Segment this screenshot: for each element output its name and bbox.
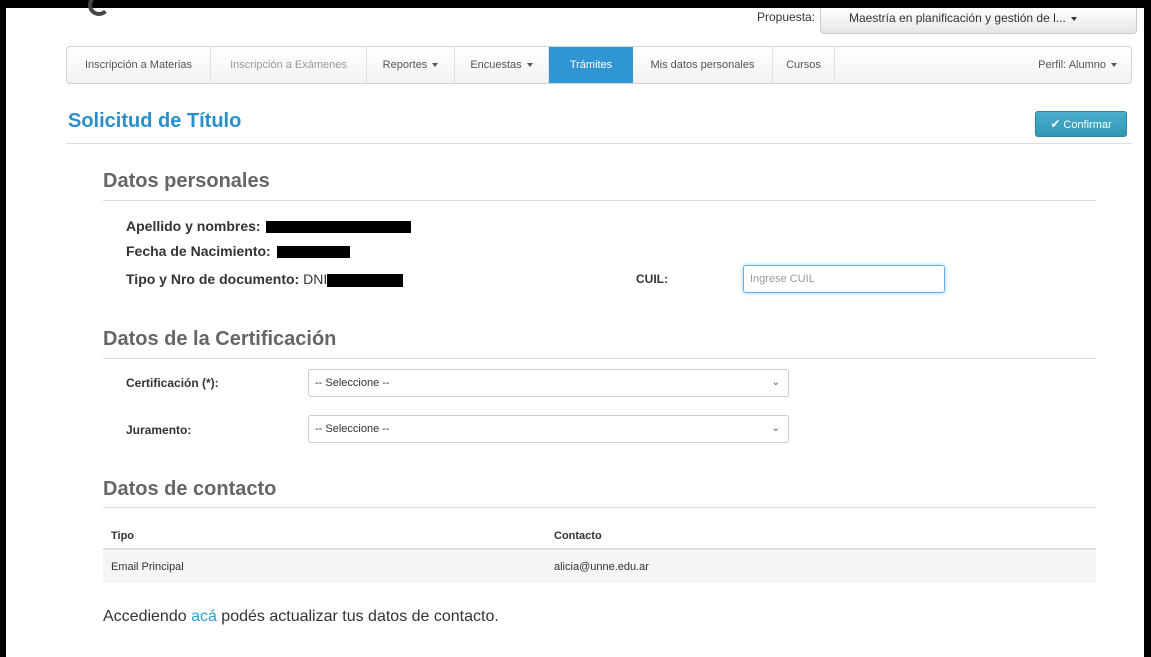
certificacion-select[interactable]: -- Seleccione -- ⌄ xyxy=(308,369,789,397)
section-datos-contacto: Datos de contacto xyxy=(103,478,277,500)
nav-item-label: Cursos xyxy=(786,59,821,71)
field-tipo-nro-documento: Tipo y Nro de documento: DNI xyxy=(126,271,404,287)
cuil-label: CUIL: xyxy=(636,272,668,286)
nav-reportes[interactable]: Reportes xyxy=(367,47,455,83)
window-frame-top xyxy=(0,0,1151,8)
caret-down-icon xyxy=(1111,63,1117,68)
window-frame-right xyxy=(1144,0,1151,657)
update-contact-link[interactable]: acá xyxy=(191,608,217,625)
nav-mis-datos-personales[interactable]: Mis datos personales xyxy=(633,47,773,83)
logo xyxy=(88,0,110,16)
nav-inscripcion-examenes[interactable]: Inscripción a Exámenes xyxy=(211,47,367,83)
window-frame-left xyxy=(0,0,6,657)
section-datos-personales: Datos personales xyxy=(103,170,270,192)
section-divider xyxy=(103,200,1096,201)
chevron-down-icon: ⌄ xyxy=(771,377,780,388)
juramento-select[interactable]: -- Seleccione -- ⌄ xyxy=(308,415,789,443)
cell-contacto: alicia@unne.edu.ar xyxy=(554,561,649,573)
nav-item-label: Encuestas xyxy=(470,59,522,71)
field-apellido-nombres: Apellido y nombres: xyxy=(126,218,412,234)
contact-update-note: Accediendo acá podés actualizar tus dato… xyxy=(103,608,499,626)
chevron-down-icon: ⌄ xyxy=(771,423,780,434)
juramento-label: Juramento: xyxy=(126,423,192,437)
profile-label: Perfil: Alumno xyxy=(1038,59,1106,71)
nav-encuestas[interactable]: Encuestas xyxy=(455,47,549,83)
caret-down-icon xyxy=(526,63,533,68)
certificacion-label: Certificación (*): xyxy=(126,376,219,390)
contact-table-header: Tipo Contacto xyxy=(103,523,1096,550)
field-fecha-nacimiento: Fecha de Nacimiento: xyxy=(126,243,350,259)
field-label-text: Apellido y nombres: xyxy=(126,218,261,234)
footer-text-after: podés actualizar tus datos de contacto. xyxy=(216,608,499,625)
nav-inscripcion-materias[interactable]: Inscripción a Materias xyxy=(67,47,211,83)
redacted-value xyxy=(276,246,350,259)
caret-down-icon xyxy=(432,63,439,68)
section-divider xyxy=(103,507,1096,508)
confirm-label: Confirmar xyxy=(1063,119,1112,131)
cell-tipo: Email Principal xyxy=(111,561,184,573)
nav-item-label: Inscripción a Materias xyxy=(85,59,192,71)
certificacion-select-value: -- Seleccione -- xyxy=(315,377,390,389)
redacted-value xyxy=(266,221,412,234)
footer-text-before: Accediendo xyxy=(103,608,192,625)
confirm-button[interactable]: ✔ Confirmar xyxy=(1035,111,1127,137)
profile-menu[interactable]: Perfil: Alumno xyxy=(1038,47,1117,83)
top-strip: Propuesta: Maestría en planificación y g… xyxy=(6,0,1144,46)
check-icon: ✔ xyxy=(1050,117,1061,131)
nav-tramites[interactable]: Trámites xyxy=(549,47,633,83)
nav-cursos[interactable]: Cursos xyxy=(773,47,835,83)
doc-prefix: DNI xyxy=(303,271,328,287)
field-label-text: Tipo y Nro de documento: xyxy=(126,271,300,287)
title-divider xyxy=(66,143,1132,144)
main-navbar: Inscripción a Materias Inscripción a Exá… xyxy=(66,46,1132,84)
nav-item-label: Inscripción a Exámenes xyxy=(230,59,347,71)
field-label-text: Fecha de Nacimiento: xyxy=(126,243,271,259)
nav-item-label: Mis datos personales xyxy=(650,59,755,71)
caret-down-icon xyxy=(1070,16,1077,21)
juramento-select-value: -- Seleccione -- xyxy=(315,423,390,435)
nav-item-label: Reportes xyxy=(382,59,428,71)
column-header-tipo: Tipo xyxy=(111,530,135,542)
section-datos-certificacion: Datos de la Certificación xyxy=(103,328,337,350)
page-title: Solicitud de Título xyxy=(68,110,242,132)
nav-item-label: Trámites xyxy=(569,59,613,71)
propuesta-value: Maestría en planificación y gestión de l… xyxy=(849,11,1066,25)
section-divider xyxy=(103,358,1096,359)
propuesta-select[interactable]: Maestría en planificación y gestión de l… xyxy=(820,8,1137,34)
table-row: Email Principal alicia@unne.edu.ar xyxy=(103,551,1096,583)
redacted-value xyxy=(327,273,404,287)
propuesta-label: Propuesta: xyxy=(757,10,816,24)
column-header-contacto: Contacto xyxy=(554,530,602,542)
cuil-input[interactable] xyxy=(743,265,945,293)
